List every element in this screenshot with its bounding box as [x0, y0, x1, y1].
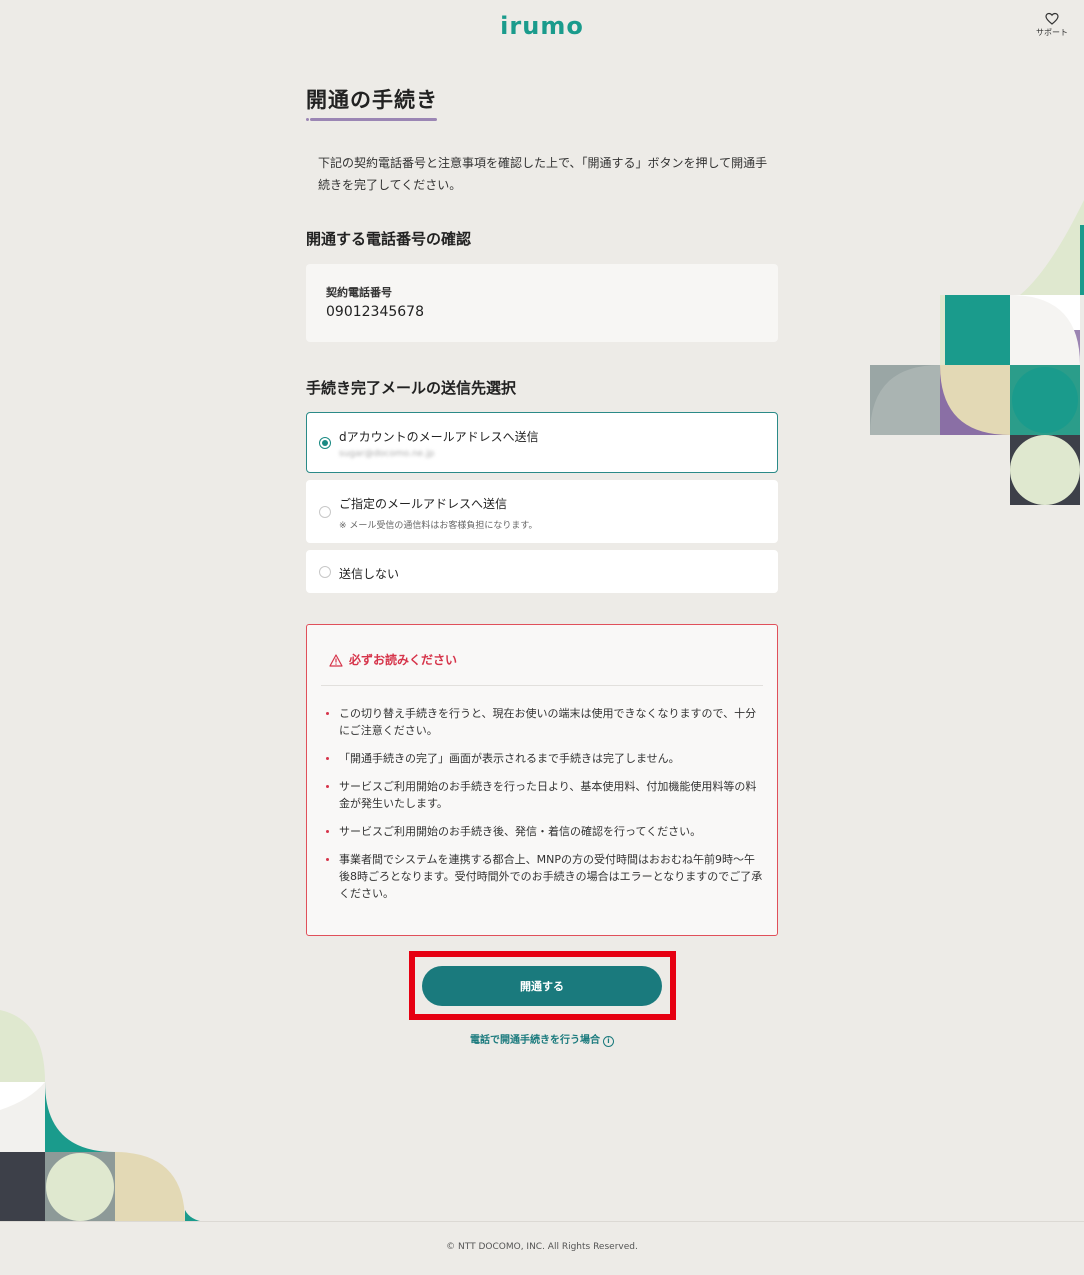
notice-item: この切り替え手続きを行うと、現在お使いの端末は使用できなくなりますので、十分にご…	[325, 705, 765, 739]
notice-heading-text: 必ずお読みください	[349, 653, 458, 667]
phone-activation-link[interactable]: 電話で開通手続きを行う場合 i	[0, 1031, 1084, 1047]
decoration-right	[870, 200, 1084, 510]
phone-label: 契約電話番号	[326, 286, 392, 299]
info-icon: i	[603, 1036, 614, 1047]
footer: © NTT DOCOMO, INC. All Rights Reserved.	[0, 1221, 1084, 1275]
activate-button[interactable]: 開通する	[422, 966, 662, 1006]
warning-icon	[329, 654, 343, 667]
notice-item: サービスご利用開始のお手続きを行った日より、基本使用料、付加機能使用料等の料金が…	[325, 778, 765, 812]
mail-section-heading: 手続き完了メールの送信先選択	[306, 379, 517, 397]
header: irumo サポート	[0, 0, 1084, 56]
option-label: 送信しない	[339, 567, 400, 581]
notice-item: サービスご利用開始のお手続き後、発信・着信の確認を行ってください。	[325, 823, 765, 840]
daccount-email: sugar@docomo.ne.jp	[339, 449, 435, 459]
support-label: サポート	[1036, 28, 1068, 37]
option-note: ※ メール受信の通信料はお客様負担になります。	[339, 521, 538, 531]
mail-option-daccount[interactable]: dアカウントのメールアドレスへ送信 sugar@docomo.ne.jp	[306, 412, 778, 473]
notice-item: 「開通手続きの完了」画面が表示されるまで手続きは完了しません。	[325, 750, 765, 767]
notice-box: 必ずお読みください この切り替え手続きを行うと、現在お使いの端末は使用できなくな…	[306, 624, 778, 936]
notice-list: この切り替え手続きを行うと、現在お使いの端末は使用できなくなりますので、十分にご…	[325, 705, 765, 913]
intro-text: 下記の契約電話番号と注意事項を確認した上で、「開通する」ボタンを押して開通手続き…	[318, 156, 768, 192]
phone-card: 契約電話番号 09012345678	[306, 264, 778, 342]
heart-icon	[1045, 12, 1059, 25]
radio-none[interactable]	[319, 566, 331, 578]
notice-divider	[321, 685, 763, 686]
phone-link-text: 電話で開通手続きを行う場合	[470, 1035, 600, 1046]
support-button[interactable]: サポート	[1034, 12, 1070, 38]
option-label: ご指定のメールアドレスへ送信	[339, 497, 508, 511]
phone-section-heading: 開通する電話番号の確認	[306, 230, 472, 248]
notice-heading: 必ずお読みください	[329, 651, 457, 668]
radio-custom[interactable]	[319, 506, 331, 518]
title-underline	[306, 118, 437, 121]
page-title: 開通の手続き	[306, 88, 438, 112]
option-label: dアカウントのメールアドレスへ送信	[339, 430, 539, 444]
phone-number: 09012345678	[326, 304, 424, 320]
notice-item: 事業者間でシステムを連携する都合上、MNPの方の受付時間はおおむね午前9時〜午後…	[325, 851, 765, 902]
radio-daccount[interactable]	[319, 437, 331, 449]
irumo-logo[interactable]: irumo	[0, 12, 1084, 40]
mail-option-none[interactable]: 送信しない	[306, 550, 778, 593]
mail-option-custom[interactable]: ご指定のメールアドレスへ送信 ※ メール受信の通信料はお客様負担になります。	[306, 480, 778, 543]
copyright: © NTT DOCOMO, INC. All Rights Reserved.	[446, 1242, 638, 1252]
